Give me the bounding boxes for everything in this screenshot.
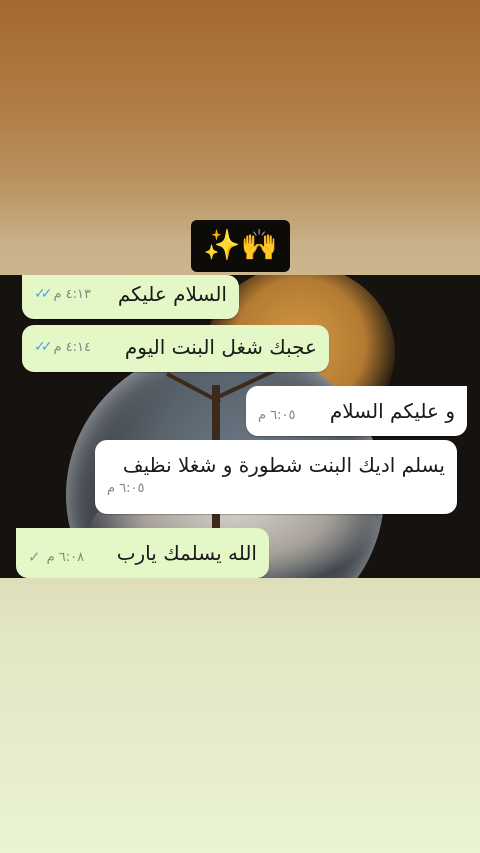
message-meta: ✓✓ ٤:١٤ م — [34, 339, 91, 355]
chat-screenshot: ✓✓ ٤:١٣ م السلام عليكم ✓✓ ٤:١٤ م عجبك شغ… — [0, 275, 480, 578]
message-bubble-outgoing[interactable]: ✓✓ ٤:١٣ م السلام عليكم — [22, 275, 239, 319]
message-time: ٤:١٣ م — [53, 286, 91, 302]
emoji-badge: ✨🙌 — [191, 220, 290, 272]
message-text: و عليكم السلام — [329, 399, 455, 423]
message-bubble-incoming[interactable]: ٦:٠٥ م و عليكم السلام — [246, 386, 467, 436]
message-meta: ✓✓ ٤:١٣ م — [34, 286, 91, 302]
message-time: ٦:٠٥ م — [107, 481, 145, 496]
sent-check-icon: ✓ — [28, 548, 41, 566]
message-bubble-incoming[interactable]: يسلم اديك البنت شطورة و شغلا نظيف ٦:٠٥ م — [95, 440, 457, 514]
message-meta: ✓ ٦:٠٨ م — [28, 540, 84, 566]
message-text: يسلم اديك البنت شطورة و شغلا نظيف — [122, 453, 445, 477]
message-time: ٦:٠٨ م — [46, 549, 85, 565]
message-bubble-outgoing[interactable]: ✓ ٦:٠٨ م الله يسلمك يارب — [16, 528, 269, 578]
message-text: الله يسلمك يارب — [116, 541, 257, 565]
message-meta: ٦:٠٥ م — [258, 400, 296, 423]
sparkles-raised-hands-emoji: ✨🙌 — [203, 228, 278, 263]
message-text: السلام عليكم — [117, 282, 227, 306]
message-meta: ٦:٠٥ م — [107, 481, 445, 496]
read-receipt-icon: ✓✓ — [34, 286, 53, 302]
read-receipt-icon: ✓✓ — [34, 339, 53, 355]
message-bubble-outgoing[interactable]: ✓✓ ٤:١٤ م عجبك شغل البنت اليوم — [22, 325, 329, 372]
message-text: عجبك شغل البنت اليوم — [124, 335, 317, 359]
message-time: ٤:١٤ م — [53, 339, 91, 355]
message-time: ٦:٠٥ م — [258, 407, 296, 423]
